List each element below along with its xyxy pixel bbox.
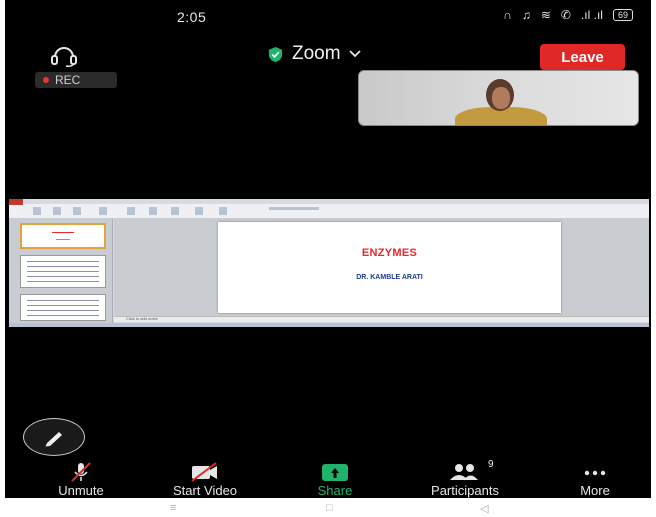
ribbon-tool-icon [33, 207, 41, 215]
menu-nav-icon[interactable]: ≡ [170, 502, 176, 514]
chevron-down-icon [348, 50, 361, 58]
slide-thumbnail-3 [20, 294, 106, 321]
notes-pane: Click to add notes [114, 316, 649, 322]
share-label: Share [317, 483, 353, 498]
slide-thumbnail-panel [9, 219, 113, 323]
ribbon-tabs [9, 199, 649, 204]
presentation-status-bar [9, 323, 649, 327]
muted-microphone-icon [69, 462, 93, 482]
share-button[interactable]: Share [305, 464, 365, 498]
slide-canvas: ENZYMES DR. KAMBLE ARATI [114, 219, 649, 316]
meeting-toolbar: Unmute Start Video Share 9 Participants … [5, 459, 651, 498]
leave-button[interactable]: Leave [540, 44, 625, 70]
system-navigation-bar: ≡ □ ◁ [0, 498, 656, 517]
recording-badge: REC [35, 72, 117, 88]
ribbon-tool-icon [195, 207, 203, 215]
participants-icon: 9 [448, 459, 494, 481]
ribbon-file-tab [9, 199, 23, 205]
pen-icon [45, 432, 62, 447]
battery-indicator: 69 [612, 9, 633, 21]
volte-status-icon: ✆ [560, 8, 571, 22]
presentation-ribbon [9, 199, 649, 219]
start-video-label: Start Video [172, 483, 238, 498]
ribbon-tool-icon [171, 207, 179, 215]
participants-label: Participants [431, 483, 499, 498]
signal-status-icon: .ıl .ıl [580, 8, 603, 22]
slide-title: ENZYMES [361, 247, 418, 259]
slide-thumbnail-1 [20, 223, 106, 249]
ribbon-option-lines [269, 207, 319, 210]
unmute-button[interactable]: Unmute [41, 462, 121, 498]
status-icons: ∩ ♫ ≋ ✆ .ıl .ıl 69 [503, 8, 633, 22]
participant-count-badge: 9 [488, 459, 494, 470]
headphones-status-icon: ∩ [503, 8, 512, 22]
zoom-meeting-screen: 2:05 ∩ ♫ ≋ ✆ .ıl .ıl 69 Zoom Leave REC E… [5, 0, 651, 498]
ribbon-tool-icon [149, 207, 157, 215]
meeting-info-dropdown[interactable]: Zoom [267, 43, 361, 65]
recording-dot-icon [43, 77, 49, 83]
wifi-status-icon: ≋ [540, 8, 551, 22]
ribbon-tool-icon [53, 207, 61, 215]
more-label: More [580, 483, 610, 498]
alarm-status-icon: ♫ [521, 8, 531, 22]
audio-headset-icon[interactable] [49, 43, 79, 67]
participant-video-thumbnail[interactable] [358, 70, 639, 126]
home-nav-icon[interactable]: □ [326, 502, 333, 514]
current-slide: ENZYMES DR. KAMBLE ARATI [218, 222, 561, 313]
back-nav-icon[interactable]: ◁ [480, 502, 488, 515]
participants-button[interactable]: 9 Participants [410, 459, 520, 498]
start-video-button[interactable]: Start Video [155, 462, 255, 498]
recording-label: REC [55, 73, 81, 87]
share-screen-icon [322, 464, 348, 481]
meeting-top-bar: Zoom Leave [5, 40, 651, 70]
more-dots-icon [583, 464, 607, 481]
ribbon-tool-icon [127, 207, 135, 215]
meeting-title: Zoom [292, 43, 341, 64]
more-button[interactable]: More [565, 464, 625, 498]
status-time: 2:05 [177, 9, 207, 25]
ribbon-tool-icon [99, 207, 107, 215]
participant-face [492, 87, 510, 109]
shared-screen-view[interactable]: ENZYMES DR. KAMBLE ARATI Click to add no… [9, 199, 649, 327]
unmute-label: Unmute [58, 483, 104, 498]
slide-thumbnail-2 [20, 255, 106, 288]
slide-subtitle: DR. KAMBLE ARATI [356, 274, 423, 281]
notes-placeholder: Click to add notes [126, 316, 158, 321]
ribbon-tool-icon [219, 207, 227, 215]
encryption-shield-icon [268, 46, 283, 62]
ribbon-tool-icon [73, 207, 81, 215]
status-bar: 2:05 ∩ ♫ ≋ ✆ .ıl .ıl 69 [5, 0, 651, 34]
video-off-icon [190, 462, 220, 482]
annotate-pen-button[interactable] [23, 418, 85, 456]
